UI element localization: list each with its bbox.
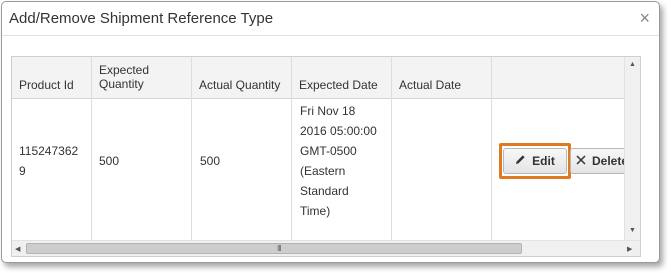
- cell-product-id-line2: 9: [19, 164, 26, 178]
- cell-expected-date-line5: Standard: [300, 184, 349, 198]
- data-grid: Product Id Expected Quantity Actual Quan…: [11, 56, 641, 257]
- cell-expected-date-line3: GMT-0500: [300, 144, 357, 158]
- cell-expected-date-line6: Time): [300, 204, 331, 218]
- cell-expected-date-line1: Fri Nov 18: [300, 104, 356, 118]
- cell-product-id-line1: 115247362: [19, 144, 79, 158]
- cell-expected-date-line4: (Eastern: [300, 164, 346, 178]
- horizontal-scrollbar[interactable]: ◀ III ▶: [12, 240, 640, 256]
- header-expected-date[interactable]: Expected Date: [299, 78, 378, 92]
- header-expected-quantity-line2[interactable]: Quantity: [99, 77, 144, 91]
- x-icon: [576, 154, 586, 168]
- scroll-down-icon[interactable]: ▼: [629, 227, 636, 234]
- header-actual-quantity[interactable]: Actual Quantity: [199, 78, 280, 92]
- dialog: Add/Remove Shipment Reference Type × Pro…: [1, 1, 660, 263]
- pencil-icon: [515, 154, 526, 168]
- scroll-up-icon[interactable]: ▲: [629, 61, 636, 68]
- header-actual-date[interactable]: Actual Date: [399, 78, 461, 92]
- edit-label: Edit: [532, 154, 555, 168]
- header-product-id[interactable]: Product Id: [19, 78, 74, 92]
- cell-expected-quantity: 500: [99, 154, 120, 168]
- dialog-title: Add/Remove Shipment Reference Type: [9, 10, 274, 27]
- scroll-grip: III: [277, 244, 282, 253]
- dialog-titlebar: Add/Remove Shipment Reference Type ×: [2, 2, 659, 36]
- edit-button[interactable]: Edit: [503, 148, 567, 174]
- delete-label: Delete: [591, 154, 629, 168]
- vertical-scrollbar[interactable]: ▲ ▼: [624, 57, 640, 242]
- close-icon[interactable]: ×: [639, 8, 650, 28]
- cell-expected-date-line2: 2016 05:00:00: [300, 124, 377, 138]
- scroll-left-icon[interactable]: ◀: [15, 245, 20, 253]
- scroll-right-icon[interactable]: ▶: [627, 245, 632, 253]
- header-expected-quantity-line1[interactable]: Expected: [99, 63, 149, 77]
- cell-actual-quantity: 500: [200, 154, 221, 168]
- horizontal-scroll-thumb[interactable]: III: [26, 243, 522, 254]
